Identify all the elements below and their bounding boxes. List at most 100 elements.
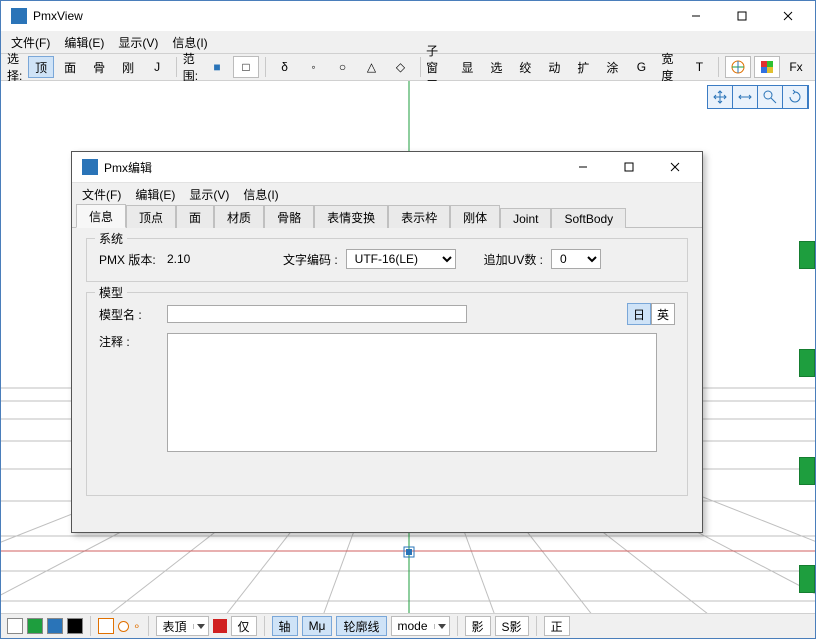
select-label: 选择: <box>7 50 23 84</box>
light1-button[interactable] <box>98 618 114 634</box>
child-menu-info[interactable]: 信息(I) <box>243 186 278 203</box>
tab-info[interactable]: 信息 <box>76 204 126 228</box>
sel-face-button[interactable]: 面 <box>57 56 83 78</box>
range-mid-button[interactable]: ◦ <box>301 56 327 78</box>
menu-view[interactable]: 显示(V) <box>118 34 158 51</box>
bg-blue-button[interactable] <box>47 618 63 634</box>
move-button[interactable] <box>732 85 758 109</box>
pmx-version-value: 2.10 <box>167 252 227 266</box>
tab-morph[interactable]: 表情变换 <box>314 205 388 228</box>
child-menu-file[interactable]: 文件(F) <box>82 186 121 203</box>
child-title: Pmx编辑 <box>104 159 152 176</box>
range-rhom-button[interactable]: ◇ <box>388 56 414 78</box>
side-tabs <box>799 241 815 593</box>
sshadow-button[interactable]: S影 <box>495 616 529 636</box>
surface-dropdown[interactable]: 表頂 <box>156 616 209 636</box>
fx-button[interactable]: Fx <box>783 56 809 78</box>
tab-face[interactable]: 面 <box>176 205 214 228</box>
app-icon <box>82 159 98 175</box>
zoom-button[interactable] <box>757 85 783 109</box>
range-rect-button[interactable]: □ <box>233 56 259 78</box>
child-close-button[interactable] <box>652 152 698 182</box>
system-group-label: 系统 <box>95 230 127 247</box>
child-maximize-button[interactable] <box>606 152 652 182</box>
sel-vertex-button[interactable]: 顶 <box>28 56 54 78</box>
tab-vertex[interactable]: 顶点 <box>126 205 176 228</box>
menu-file[interactable]: 文件(F) <box>11 34 50 51</box>
light2-button[interactable] <box>118 621 129 632</box>
separator <box>718 57 719 77</box>
range-circ-button[interactable]: ○ <box>330 56 356 78</box>
child-menu-view[interactable]: 显示(V) <box>189 186 229 203</box>
side-tab-2[interactable] <box>799 349 815 377</box>
sub-g-button[interactable]: G <box>628 56 654 78</box>
ortho-button[interactable]: 正 <box>544 616 570 636</box>
sub-d-button[interactable]: 动 <box>541 56 567 78</box>
tab-rigid[interactable]: 刚体 <box>450 205 500 228</box>
separator <box>264 616 265 636</box>
quad-color-button[interactable] <box>754 56 780 78</box>
pan-button[interactable] <box>707 85 733 109</box>
pmxview-window: PmxView 文件(F) 编辑(E) 显示(V) 信息(I) 选择: 顶 面 … <box>0 0 816 639</box>
child-menu-edit[interactable]: 编辑(E) <box>135 186 175 203</box>
sub-f-button[interactable]: 涂 <box>599 56 625 78</box>
bg-black-button[interactable] <box>67 618 83 634</box>
range-tri-button[interactable]: △ <box>359 56 385 78</box>
separator <box>457 616 458 636</box>
outline-button[interactable]: 轮廓线 <box>336 616 386 636</box>
child-titlebar: Pmx编辑 <box>72 152 702 183</box>
range-delta-button[interactable]: δ <box>272 56 298 78</box>
maximize-button[interactable] <box>719 1 765 31</box>
encoding-select[interactable]: UTF-16(LE) <box>346 249 456 269</box>
minimize-button[interactable] <box>673 1 719 31</box>
color-circle-button[interactable] <box>725 56 751 78</box>
model-name-label: 模型名 : <box>99 306 159 323</box>
sub-w-button[interactable]: 宽度 <box>657 56 683 78</box>
rotate-button[interactable] <box>782 85 808 109</box>
sub-b-button[interactable]: 选 <box>483 56 509 78</box>
lang-en-button[interactable]: 英 <box>651 303 675 325</box>
child-minimize-button[interactable] <box>560 152 606 182</box>
separator <box>265 57 266 77</box>
axis-button[interactable]: 轴 <box>272 616 298 636</box>
encoding-label: 文字编码 : <box>283 251 338 268</box>
range-dot-button[interactable]: ■ <box>204 56 230 78</box>
shadow-button[interactable]: 影 <box>465 616 491 636</box>
uv-label: 追加UV数 : <box>484 251 543 268</box>
tab-softbody[interactable]: SoftBody <box>551 208 626 228</box>
uv-select[interactable]: 0 <box>551 249 601 269</box>
model-name-input[interactable] <box>167 305 467 323</box>
separator <box>536 616 537 636</box>
menu-edit[interactable]: 编辑(E) <box>64 34 104 51</box>
separator <box>148 616 149 636</box>
only-button[interactable]: 仅 <box>231 616 257 636</box>
tab-material[interactable]: 材质 <box>214 205 264 228</box>
sub-a-button[interactable]: 显 <box>454 56 480 78</box>
pmx-editor-window: Pmx编辑 文件(F) 编辑(E) 显示(V) 信息(I) 信息 顶点 面 材质… <box>71 151 703 533</box>
mode-dropdown[interactable]: mode <box>391 616 450 636</box>
sel-rigid-button[interactable]: 刚 <box>115 56 141 78</box>
range-label: 范围: <box>183 50 199 84</box>
bg-green-button[interactable] <box>27 618 43 634</box>
window-title: PmxView <box>33 9 83 23</box>
comment-textarea[interactable] <box>167 333 657 452</box>
bg-white-button[interactable] <box>7 618 23 634</box>
sub-t-button[interactable]: T <box>686 56 712 78</box>
tab-frame[interactable]: 表示枠 <box>388 205 450 228</box>
close-button[interactable] <box>765 1 811 31</box>
tab-bone[interactable]: 骨骼 <box>264 205 314 228</box>
child-menubar: 文件(F) 编辑(E) 显示(V) 信息(I) <box>72 183 702 205</box>
menu-info[interactable]: 信息(I) <box>172 34 207 51</box>
separator <box>176 57 177 77</box>
side-tab-4[interactable] <box>799 565 815 593</box>
lang-jp-button[interactable]: 日 <box>627 303 651 325</box>
tab-joint[interactable]: Joint <box>500 208 551 228</box>
mu-button[interactable]: Mμ <box>302 616 333 636</box>
sub-e-button[interactable]: 扩 <box>570 56 596 78</box>
sel-joint-button[interactable]: J <box>144 56 170 78</box>
side-tab-1[interactable] <box>799 241 815 269</box>
sel-bone-button[interactable]: 骨 <box>86 56 112 78</box>
side-tab-3[interactable] <box>799 457 815 485</box>
red-square-icon[interactable] <box>213 619 227 633</box>
sub-c-button[interactable]: 绞 <box>512 56 538 78</box>
